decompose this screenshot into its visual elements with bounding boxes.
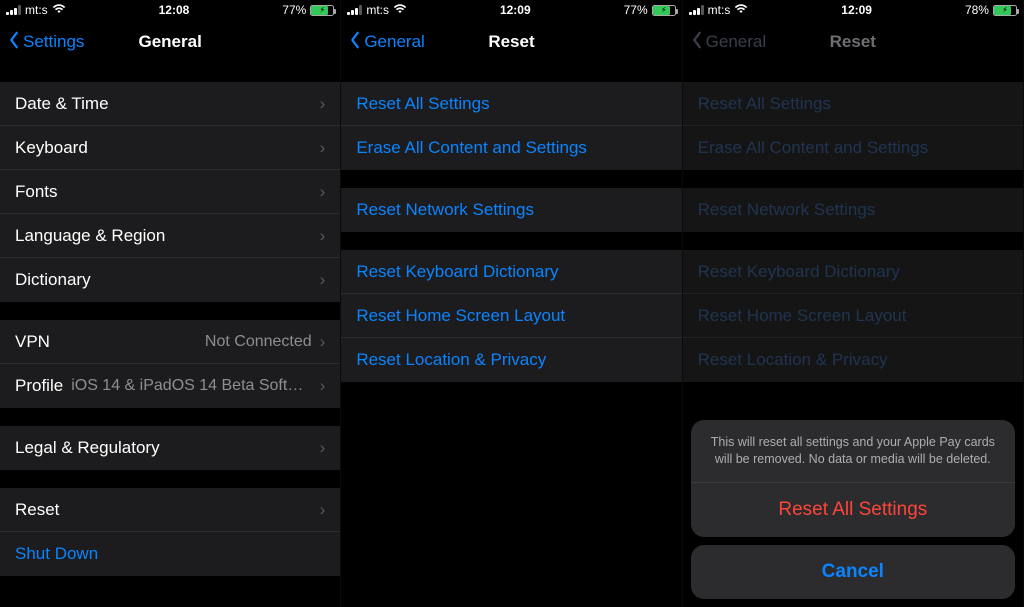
back-button: General <box>691 31 766 54</box>
battery-pct-label: 78% <box>965 3 989 17</box>
battery-pct-label: 77% <box>282 3 306 17</box>
status-bar: mt:s 12:09 78% ⚡︎ <box>683 0 1023 20</box>
carrier-label: mt:s <box>366 3 389 17</box>
wifi-icon <box>52 3 66 17</box>
row-shut-down[interactable]: Shut Down <box>0 532 340 576</box>
profile-value: iOS 14 & iPadOS 14 Beta Softwar... <box>71 377 311 395</box>
wifi-icon <box>393 3 407 17</box>
battery-icon: ⚡︎ <box>310 5 334 16</box>
wifi-icon <box>734 3 748 17</box>
battery-pct-label: 77% <box>624 3 648 17</box>
back-button[interactable]: General <box>349 31 424 54</box>
chevron-right-icon: › <box>320 270 326 290</box>
chevron-right-icon: › <box>320 94 326 114</box>
chevron-left-icon <box>691 31 703 54</box>
screen-reset-confirm: mt:s 12:09 78% ⚡︎ General Reset Reset Al… <box>683 0 1024 607</box>
back-label: Settings <box>23 32 84 52</box>
chevron-right-icon: › <box>320 438 326 458</box>
settings-list: Date & Time› Keyboard› Fonts› Language &… <box>0 82 340 576</box>
signal-icon <box>6 5 21 15</box>
back-label: General <box>364 32 424 52</box>
row-language-region[interactable]: Language & Region› <box>0 214 340 258</box>
row-dictionary[interactable]: Dictionary› <box>0 258 340 302</box>
charging-icon: ⚡︎ <box>320 6 326 15</box>
clock-label: 12:08 <box>159 3 190 17</box>
back-button[interactable]: Settings <box>8 31 84 54</box>
carrier-label: mt:s <box>25 3 48 17</box>
chevron-right-icon: › <box>320 332 326 352</box>
signal-icon <box>689 5 704 15</box>
cancel-button[interactable]: Cancel <box>691 545 1015 599</box>
chevron-right-icon: › <box>320 226 326 246</box>
chevron-right-icon: › <box>320 500 326 520</box>
nav-bar: General Reset <box>341 20 681 64</box>
nav-bar: Settings General <box>0 20 340 64</box>
charging-icon: ⚡︎ <box>661 6 667 15</box>
status-bar: mt:s 12:08 77% ⚡︎ <box>0 0 340 20</box>
row-fonts[interactable]: Fonts› <box>0 170 340 214</box>
chevron-left-icon <box>349 31 361 54</box>
row-legal-regulatory[interactable]: Legal & Regulatory› <box>0 426 340 470</box>
row-vpn[interactable]: VPNNot Connected› <box>0 320 340 364</box>
row-reset-keyboard-dict[interactable]: Reset Keyboard Dictionary <box>341 250 681 294</box>
chevron-right-icon: › <box>320 376 326 396</box>
row-reset-location-privacy[interactable]: Reset Location & Privacy <box>341 338 681 382</box>
screen-general: mt:s 12:08 77% ⚡︎ Settings General Date … <box>0 0 341 607</box>
screen-reset: mt:s 12:09 77% ⚡︎ General Reset Reset Al… <box>341 0 682 607</box>
action-sheet: This will reset all settings and your Ap… <box>691 420 1015 599</box>
row-reset[interactable]: Reset› <box>0 488 340 532</box>
row-date-time[interactable]: Date & Time› <box>0 82 340 126</box>
chevron-left-icon <box>8 31 20 54</box>
back-label: General <box>706 32 766 52</box>
action-sheet-group: This will reset all settings and your Ap… <box>691 420 1015 537</box>
row-keyboard[interactable]: Keyboard› <box>0 126 340 170</box>
reset-all-settings-button[interactable]: Reset All Settings <box>691 483 1015 537</box>
clock-label: 12:09 <box>841 3 872 17</box>
vpn-status: Not Connected <box>58 333 312 351</box>
battery-icon: ⚡︎ <box>993 5 1017 16</box>
chevron-right-icon: › <box>320 138 326 158</box>
row-reset-network[interactable]: Reset Network Settings <box>341 188 681 232</box>
action-sheet-message: This will reset all settings and your Ap… <box>691 420 1015 483</box>
clock-label: 12:09 <box>500 3 531 17</box>
reset-list: Reset All Settings Erase All Content and… <box>341 82 681 382</box>
row-erase-all-content[interactable]: Erase All Content and Settings <box>341 126 681 170</box>
chevron-right-icon: › <box>320 182 326 202</box>
charging-icon: ⚡︎ <box>1002 6 1008 15</box>
row-reset-all-settings[interactable]: Reset All Settings <box>341 82 681 126</box>
signal-icon <box>347 5 362 15</box>
action-sheet-cancel-group: Cancel <box>691 545 1015 599</box>
row-reset-home-layout[interactable]: Reset Home Screen Layout <box>341 294 681 338</box>
nav-bar: General Reset <box>683 20 1023 64</box>
carrier-label: mt:s <box>708 3 731 17</box>
row-profile[interactable]: ProfileiOS 14 & iPadOS 14 Beta Softwar..… <box>0 364 340 408</box>
status-bar: mt:s 12:09 77% ⚡︎ <box>341 0 681 20</box>
battery-icon: ⚡︎ <box>652 5 676 16</box>
